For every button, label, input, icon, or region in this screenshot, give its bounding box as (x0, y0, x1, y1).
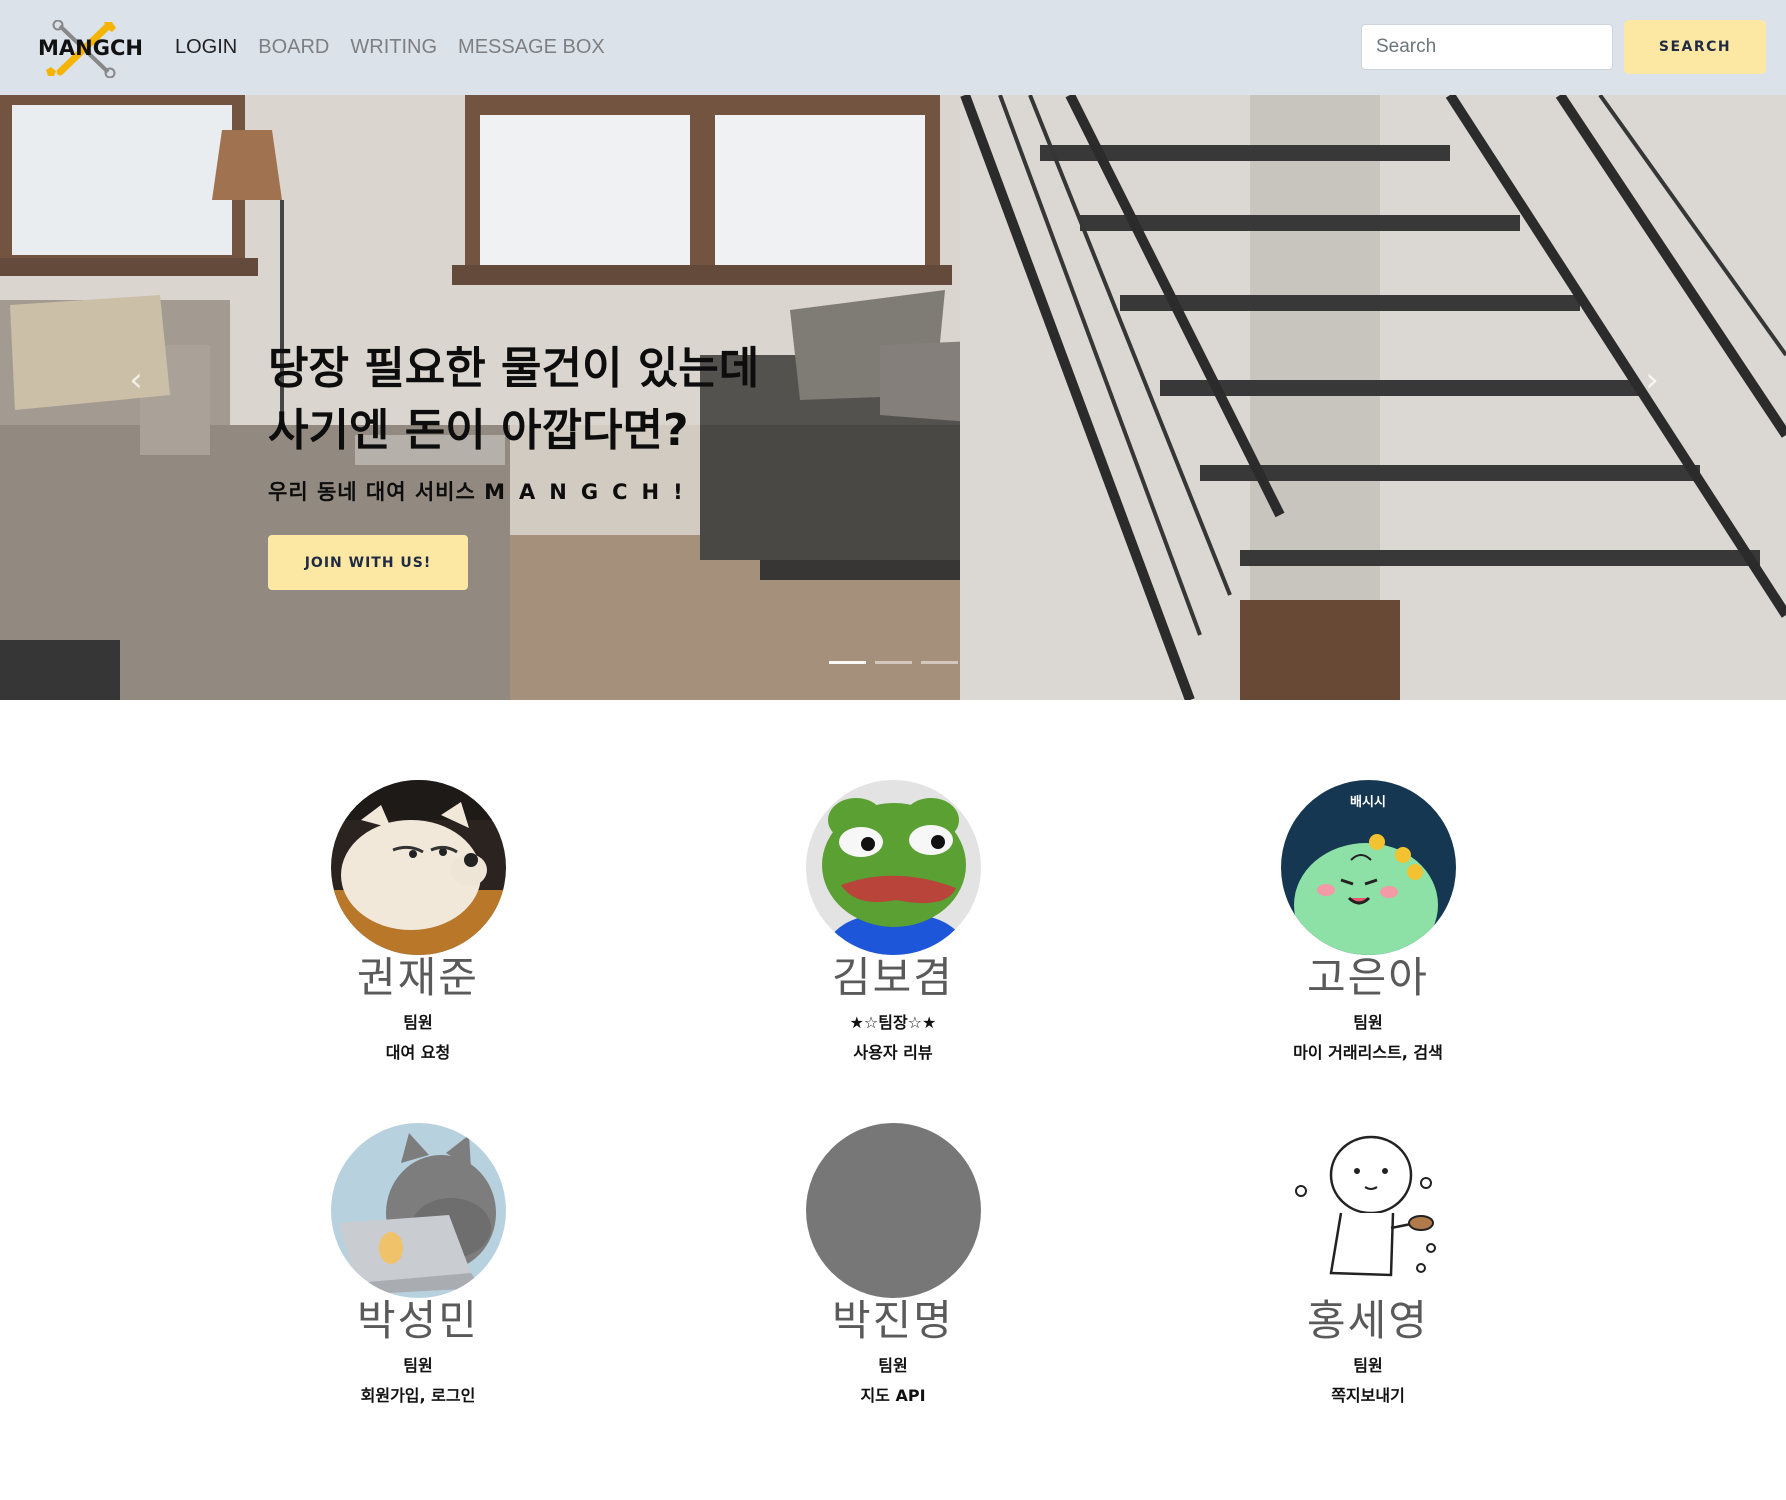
team-member-card: 권재준 팀원 대여 요청 (248, 780, 588, 1065)
member-role: 팀원 (878, 1356, 908, 1375)
join-button[interactable]: JOIN WITH US! (268, 535, 468, 590)
member-name: 박성민 (357, 1296, 479, 1345)
hero-subtitle-brand: MANGCH! (484, 480, 697, 504)
team-member-card: 김보겸 ★☆팀장☆★ 사용자 리뷰 (723, 780, 1063, 1065)
carousel-indicator[interactable] (921, 661, 958, 664)
nav-writing-link[interactable]: WRITING (350, 36, 437, 59)
logo-text: MANGCH (38, 36, 143, 60)
member-role: 팀원 (403, 1356, 433, 1375)
navbar: MANGCH LOGIN BOARD WRITING MESSAGE BOX S… (0, 0, 1786, 95)
member-role: 팀원 (1353, 1356, 1383, 1375)
search-input[interactable] (1361, 24, 1613, 70)
carousel-indicators (829, 661, 958, 664)
hero-carousel: ‹ › 당장 필요한 물건이 있는데 사기엔 돈이 아깝다면? 우리 동네 대여… (0, 95, 1786, 700)
member-task: 대여 요청 (385, 1043, 451, 1062)
team-member-card: 홍세영 팀원 쪽지보내기 (1198, 1123, 1538, 1408)
frog-avatar (805, 780, 981, 955)
member-task: 지도 API (860, 1386, 926, 1405)
member-name: 고은아 (1307, 953, 1429, 1002)
cat-avatar (330, 1123, 506, 1298)
doodle-avatar (1280, 1123, 1456, 1298)
dog-avatar (330, 780, 506, 955)
team-member-card: 박진명 팀원 지도 API (723, 1123, 1063, 1408)
member-role: 팀원 (1353, 1013, 1383, 1032)
carousel-next-icon[interactable]: › (1632, 360, 1672, 400)
nav-message-box-link[interactable]: MESSAGE BOX (458, 36, 605, 59)
member-name: 김보겸 (832, 953, 954, 1002)
member-task: 회원가입, 로그인 (360, 1386, 476, 1405)
team-member-card: 박성민 팀원 회원가입, 로그인 (248, 1123, 588, 1408)
team-member-card: 배시시 고은아 팀원 마이 거래리스트, 검색 (1198, 780, 1538, 1065)
dino-avatar: 배시시 (1280, 780, 1456, 955)
avatar-caption: 배시시 (1350, 794, 1386, 810)
search-button[interactable]: SEARCH (1624, 20, 1766, 74)
member-task: 쪽지보내기 (1331, 1386, 1405, 1405)
member-name: 박진명 (832, 1296, 954, 1345)
member-task: 사용자 리뷰 (853, 1043, 933, 1062)
member-role: ★☆팀장☆★ (849, 1013, 937, 1032)
brand-logo[interactable]: MANGCH (38, 20, 143, 78)
nav-board-link[interactable]: BOARD (258, 36, 329, 59)
carousel-indicator[interactable] (875, 661, 912, 664)
member-name: 권재준 (357, 953, 479, 1002)
member-name: 홍세영 (1307, 1296, 1429, 1345)
member-role: 팀원 (403, 1013, 433, 1032)
gray-avatar (805, 1123, 981, 1298)
hero-subtitle: 우리 동네 대여 서비스 MANGCH! (268, 476, 697, 506)
carousel-prev-icon[interactable]: ‹ (116, 360, 156, 400)
member-task: 마이 거래리스트, 검색 (1293, 1043, 1443, 1062)
hero-title: 당장 필요한 물건이 있는데 사기엔 돈이 아깝다면? (268, 343, 760, 456)
nav-login-link[interactable]: LOGIN (175, 36, 237, 59)
hero-subtitle-text: 우리 동네 대여 서비스 (268, 480, 485, 504)
carousel-indicator[interactable] (829, 661, 866, 664)
nav-links: LOGIN BOARD WRITING MESSAGE BOX (175, 36, 605, 59)
